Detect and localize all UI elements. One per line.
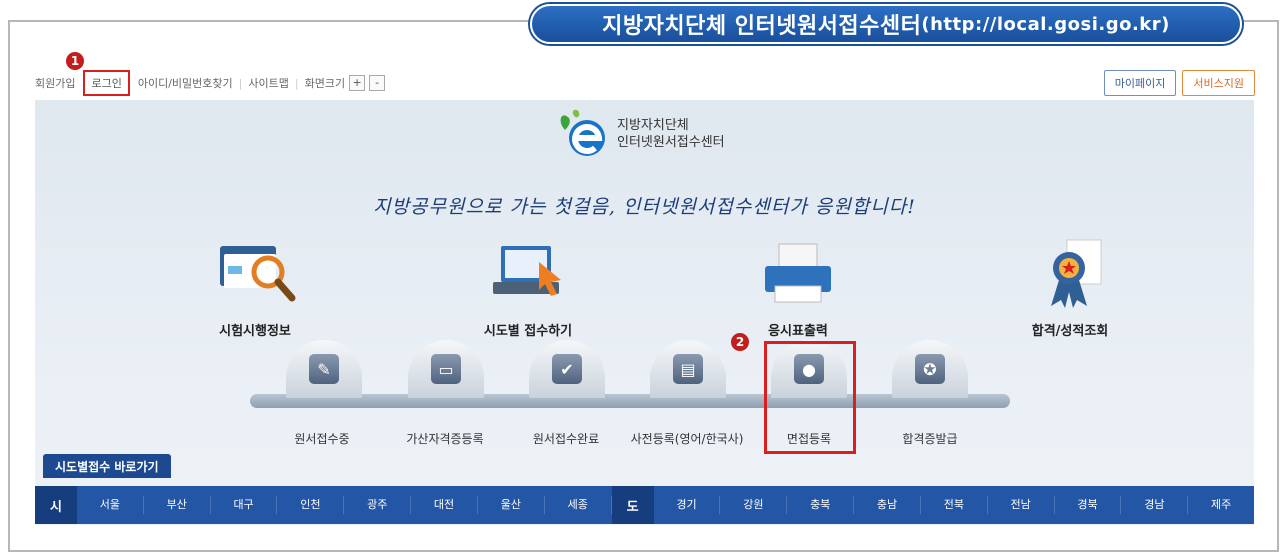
find-account-link[interactable]: 아이디/비밀번호찾기 <box>138 75 233 91</box>
menu-exam-info[interactable]: 시험시행정보 <box>175 230 335 339</box>
region-link[interactable]: 충남 <box>854 496 921 514</box>
do-header: 도 <box>611 486 654 524</box>
annotation-badge-2: 2 <box>731 333 749 351</box>
menu-apply-by-region[interactable]: 시도별 접수하기 <box>448 230 608 339</box>
si-header: 시 <box>35 486 77 524</box>
region-bar: 시 서울 부산 대구 인천 광주 대전 울산 세종 도 경기 강원 충북 충남 … <box>35 486 1254 524</box>
medal-icon: ✪ <box>915 354 945 384</box>
zoom-in-button[interactable]: + <box>349 75 366 91</box>
step-label[interactable]: 원서접수중 <box>262 430 382 447</box>
slogan: 지방공무원으로 가는 첫걸음, 인터넷원서접수센터가 응원합니다! <box>373 196 916 218</box>
region-link[interactable]: 전북 <box>921 496 988 514</box>
region-link[interactable]: 전남 <box>988 496 1055 514</box>
region-link[interactable]: 울산 <box>478 496 545 514</box>
region-link[interactable]: 인천 <box>277 496 345 514</box>
interview-highlight-box <box>764 341 856 454</box>
divider: | <box>238 76 243 90</box>
step-label[interactable]: 사전등록(영어/한국사) <box>627 430 747 447</box>
region-link[interactable]: 광주 <box>344 496 412 514</box>
region-link[interactable]: 경북 <box>1055 496 1122 514</box>
site-logo[interactable]: 지방자치단체 인터넷원서접수센터 <box>555 108 725 160</box>
step-document[interactable]: ▤ <box>650 340 726 398</box>
logo-line-2: 인터넷원서접수센터 <box>617 135 725 150</box>
logo-line-1: 지방자치단체 <box>617 118 689 133</box>
signup-link[interactable]: 회원가입 <box>35 75 75 91</box>
banner-url: (http://local.gosi.go.kr) <box>921 13 1170 35</box>
region-shortcut-tab: 시도별접수 바로가기 <box>43 454 171 478</box>
site-banner: 지방자치단체 인터넷원서접수센터 (http://local.gosi.go.k… <box>530 4 1242 44</box>
region-link[interactable]: 서울 <box>77 496 144 514</box>
step-medal[interactable]: ✪ <box>892 340 968 398</box>
region-link[interactable]: 경기 <box>654 496 721 514</box>
pencil-icon: ✎ <box>309 354 339 384</box>
banner-title: 지방자치단체 인터넷원서접수센터 <box>602 14 922 39</box>
menu-result-inquiry[interactable]: 합격/성적조회 <box>990 230 1150 339</box>
document-edit-icon: ▤ <box>673 354 703 384</box>
region-link[interactable]: 경남 <box>1121 496 1189 514</box>
id-card-icon: ▭ <box>431 354 461 384</box>
laptop-cursor-icon <box>448 230 608 310</box>
step-checkbox[interactable]: ✔ <box>529 340 605 398</box>
region-link[interactable]: 대구 <box>211 496 278 514</box>
magnifier-folder-icon <box>175 230 335 310</box>
login-link[interactable]: 로그인 <box>83 70 130 96</box>
top-right-buttons: 마이페이지 서비스지원 <box>1103 70 1255 96</box>
zoom-out-button[interactable]: - <box>369 75 386 91</box>
utility-bar: 회원가입 로그인 아이디/비밀번호찾기 | 사이트맵 | 화면크기 + - <box>35 70 386 96</box>
region-link[interactable]: 부산 <box>144 496 211 514</box>
region-link[interactable]: 세종 <box>545 496 612 514</box>
printer-icon <box>718 230 878 310</box>
annotation-badge-1: 1 <box>66 52 84 70</box>
zoom-label: 화면크기 <box>304 77 346 90</box>
step-label[interactable]: 가산자격증등록 <box>385 430 505 447</box>
region-link[interactable]: 강원 <box>720 496 788 514</box>
region-link[interactable]: 제주 <box>1188 496 1254 514</box>
region-link[interactable]: 대전 <box>411 496 478 514</box>
service-support-button[interactable]: 서비스지원 <box>1182 70 1255 96</box>
step-label[interactable]: 원서접수완료 <box>506 430 626 447</box>
region-link[interactable]: 충북 <box>787 496 855 514</box>
process-steps: ✎ ▭ ✔ ▤ ● ✪ <box>250 328 1010 418</box>
award-ribbon-icon <box>990 230 1150 310</box>
menu-print-ticket[interactable]: 응시표출력 <box>718 230 878 339</box>
mypage-button[interactable]: 마이페이지 <box>1103 70 1177 96</box>
divider: | <box>294 76 299 90</box>
e-logo-icon <box>555 108 611 160</box>
menu-label: 합격/성적조회 <box>1031 324 1109 339</box>
sitemap-link[interactable]: 사이트맵 <box>248 75 288 91</box>
main-area: 지방자치단체 인터넷원서접수센터 지방공무원으로 가는 첫걸음, 인터넷원서접수… <box>35 100 1254 525</box>
step-pencil[interactable]: ✎ <box>286 340 362 398</box>
step-label[interactable]: 합격증발급 <box>870 430 990 447</box>
checkbox-icon: ✔ <box>552 354 582 384</box>
step-id-card[interactable]: ▭ <box>408 340 484 398</box>
